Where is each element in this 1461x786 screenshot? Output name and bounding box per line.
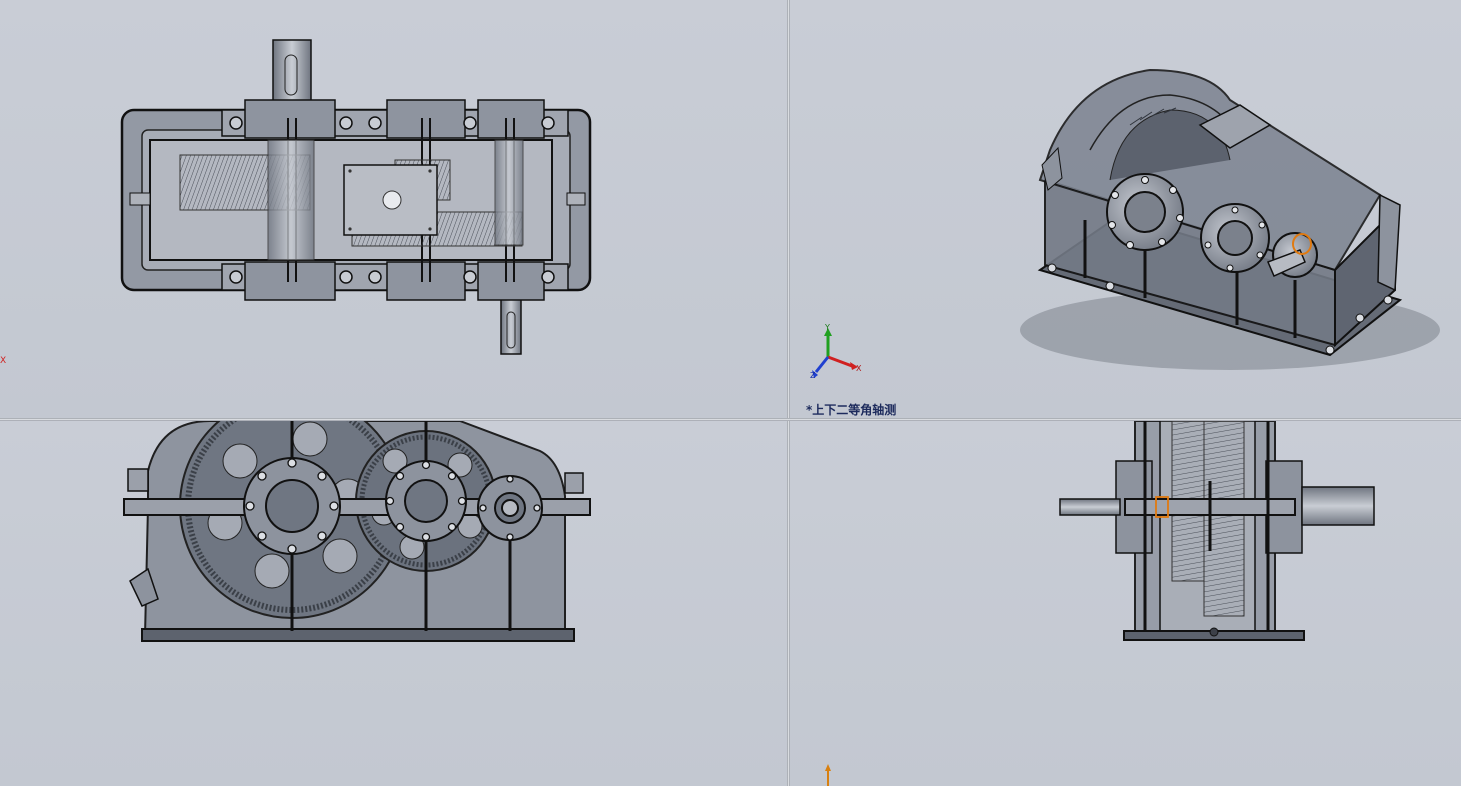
gearbox-isometric-drawing: Y X Z (810, 68, 1440, 380)
small-triad (825, 764, 831, 786)
view-orientation-label: *上下二等角轴测 (806, 403, 897, 417)
viewport-splitter-vertical[interactable] (787, 0, 790, 786)
viewport-isometric-view[interactable]: Y X Z *上下二等角轴测 (790, 0, 1461, 418)
triad-y-label: Y (824, 323, 830, 332)
viewport-splitter-horizontal[interactable] (0, 418, 1461, 421)
origin-x-marker: X (0, 356, 6, 366)
gearbox-side-view-drawing (825, 421, 1375, 786)
triad-z-label: Z (810, 371, 816, 380)
viewport-front-view[interactable] (0, 421, 787, 786)
coordinate-triad: Y X Z (810, 323, 862, 380)
gearbox-top-view-drawing: X (0, 39, 592, 366)
triad-x-label: X (856, 364, 862, 373)
viewport-top-view[interactable]: X (0, 0, 787, 418)
side-input-shaft (1059, 498, 1121, 516)
side-output-shaft (1301, 486, 1375, 526)
gearbox-front-view-drawing (123, 421, 591, 642)
viewport-side-view[interactable] (790, 421, 1461, 786)
